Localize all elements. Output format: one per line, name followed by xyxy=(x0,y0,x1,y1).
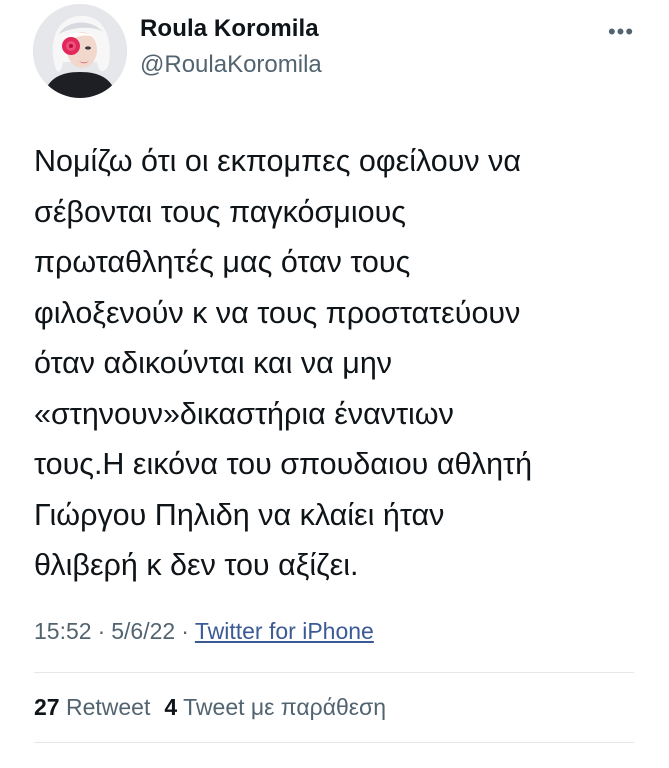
tweet-text: Νομίζω ότι οι εκπομπες οφείλουν να σέβον… xyxy=(34,136,664,591)
divider xyxy=(34,672,634,673)
tweet-text-line: «στηνουν»δικαστήρια έναντιων xyxy=(34,396,454,431)
profile-photo xyxy=(33,4,127,98)
quotes-count: 4 xyxy=(164,694,178,720)
tweet-text-line: Γιώργου Πηλιδη να κλαίει ήταν xyxy=(34,497,445,532)
meta-separator: · xyxy=(181,618,189,644)
tweet-text-line: φιλοξενούν κ να τους προστατεύουν xyxy=(34,295,521,330)
tweet-text-line: τους.Η εικόνα του σπουδαιου αθλητή xyxy=(34,447,533,481)
tweet-text-line: Νομίζω ότι οι εκπομπες οφείλουν να xyxy=(34,144,522,178)
tweet-time[interactable]: 15:52 xyxy=(34,618,92,644)
retweets-count: 27 xyxy=(34,694,60,720)
tweet-card: Roula Koromila @RoulaKoromila ••• Νομίζω… xyxy=(0,0,669,768)
tweet-meta: 15:52 · 5/6/22 · Twitter for iPhone xyxy=(34,618,374,645)
meta-separator: · xyxy=(97,618,106,644)
retweets-stat[interactable]: 27 Retweet xyxy=(34,694,150,720)
more-options-button[interactable]: ••• xyxy=(604,20,638,44)
avatar[interactable] xyxy=(33,4,127,98)
tweet-text-line: σέβονται τους παγκόσμιους xyxy=(34,194,406,229)
more-horizontal-icon: ••• xyxy=(607,19,635,44)
tweet-text-line: πρωταθλητές μας όταν τους xyxy=(34,245,411,279)
divider xyxy=(34,742,634,743)
quotes-label: Tweet με παράθεση xyxy=(183,694,387,720)
author-handle[interactable]: @RoulaKoromila xyxy=(140,51,322,79)
tweet-text-line: θλιβερή κ δεν του αξίζει. xyxy=(34,548,359,582)
tweet-source-link[interactable]: Twitter for iPhone xyxy=(195,618,374,644)
quote-tweets-stat[interactable]: 4 Tweet με παράθεση xyxy=(164,694,386,720)
tweet-stats: 27 Retweet 4 Tweet με παράθεση xyxy=(34,694,386,721)
author-name[interactable]: Roula Koromila xyxy=(140,15,319,43)
tweet-text-line: όταν αδικούνται και να μην xyxy=(34,346,393,380)
retweets-label: Retweet xyxy=(65,694,151,720)
tweet-date[interactable]: 5/6/22 xyxy=(111,618,175,644)
